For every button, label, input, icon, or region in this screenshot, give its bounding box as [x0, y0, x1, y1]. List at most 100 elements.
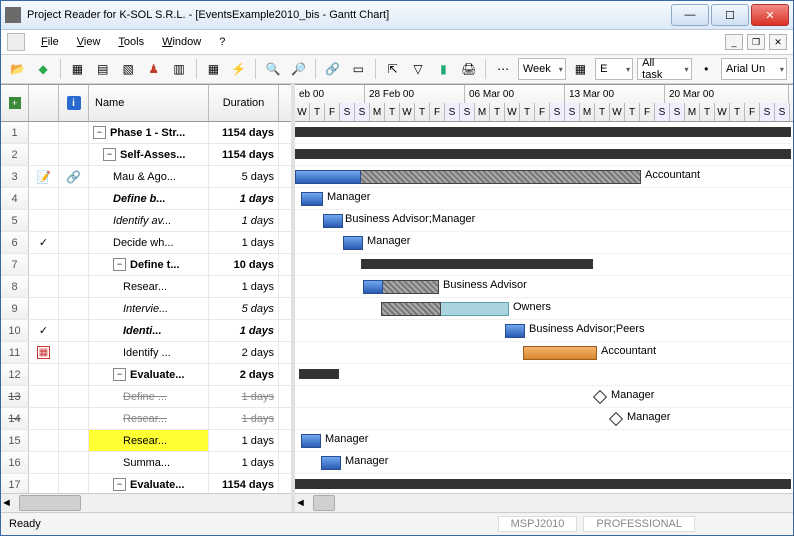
collapse-icon[interactable]: −	[103, 148, 116, 161]
view3-icon[interactable]: ▧	[118, 58, 139, 80]
collapse-icon[interactable]: −	[113, 258, 126, 271]
gantt-label: Manager	[627, 411, 670, 423]
dots-icon[interactable]: ⋯	[492, 58, 513, 80]
collapse-icon[interactable]: −	[93, 126, 106, 139]
maximize-button[interactable]: ☐	[711, 4, 749, 26]
note-icon: 📝	[36, 170, 51, 184]
table-row[interactable]: 8Resear...1 days	[1, 276, 291, 298]
table-row[interactable]: 5Identify av...1 days	[1, 210, 291, 232]
summary-bar[interactable]	[299, 369, 339, 379]
gantt-label: Accountant	[645, 169, 700, 181]
font-combo[interactable]: Arial Un	[721, 58, 787, 80]
e-combo[interactable]: E	[595, 58, 633, 80]
timeline-month: 13 Mar 00	[565, 85, 665, 103]
export-icon[interactable]: ⇱	[382, 58, 403, 80]
mdi-minimize-button[interactable]: _	[725, 34, 743, 50]
grid-icon[interactable]: ▦	[570, 58, 591, 80]
task-table: + i Name Duration 1−Phase 1 - Str...1154…	[1, 84, 295, 512]
milestone-icon[interactable]	[609, 412, 623, 426]
summary-bar[interactable]	[295, 149, 791, 159]
summary-bar[interactable]	[295, 127, 791, 137]
view1-icon[interactable]: ▦	[67, 58, 88, 80]
table-row[interactable]: 6✓Decide wh...1 days	[1, 232, 291, 254]
mdi-close-button[interactable]: ✕	[769, 34, 787, 50]
table-row[interactable]: 7−Define t...10 days	[1, 254, 291, 276]
gantt-row: Manager	[295, 386, 793, 408]
task-bar[interactable]	[321, 456, 341, 470]
app-icon	[5, 7, 21, 23]
task-bar[interactable]	[523, 346, 597, 360]
table-row[interactable]: 15Resear...1 days	[1, 430, 291, 452]
col-indicators[interactable]	[29, 85, 59, 121]
gantt-row	[295, 364, 793, 386]
print-icon[interactable]: 🖨	[458, 58, 479, 80]
menu-view[interactable]: View	[69, 34, 109, 50]
task-name: Phase 1 - Str...	[110, 127, 185, 139]
table-row[interactable]: 11▦Identify ...2 days	[1, 342, 291, 364]
task-bar[interactable]	[301, 434, 321, 448]
gantt-row	[295, 144, 793, 166]
col-duration[interactable]: Duration	[209, 85, 279, 121]
task-bar[interactable]	[505, 324, 525, 338]
expand-all-icon[interactable]: +	[9, 97, 21, 109]
filter-combo[interactable]: All task	[637, 58, 691, 80]
col-name[interactable]: Name	[89, 85, 209, 121]
link-icon[interactable]: 🔗	[322, 58, 343, 80]
table-row[interactable]: 13Define ...1 days	[1, 386, 291, 408]
table-rows: 1−Phase 1 - Str...1154 days2−Self-Asses.…	[1, 122, 291, 493]
calendar-icon[interactable]: ▦	[203, 58, 224, 80]
milestone-icon[interactable]	[593, 390, 607, 404]
view4-icon[interactable]: ♟	[143, 58, 164, 80]
table-row[interactable]: 2−Self-Asses...1154 days	[1, 144, 291, 166]
filter-icon[interactable]: ▽	[407, 58, 428, 80]
h-scrollbar-right[interactable]: ◄	[295, 493, 793, 512]
task-icon[interactable]: ▭	[348, 58, 369, 80]
h-scrollbar-left[interactable]: ◄	[1, 493, 291, 512]
task-name: Mau & Ago...	[113, 171, 176, 183]
summary-bar[interactable]	[295, 479, 791, 489]
menu-help[interactable]: ?	[211, 34, 233, 50]
table-row[interactable]: 3📝🔗Mau & Ago...5 days	[1, 166, 291, 188]
text-icon[interactable]: •	[696, 58, 717, 80]
table-row[interactable]: 14Resear...1 days	[1, 408, 291, 430]
status-format: MSPJ2010	[498, 516, 578, 532]
zoom-out-icon[interactable]: 🔎	[288, 58, 309, 80]
summary-bar[interactable]	[361, 259, 593, 269]
zoom-in-icon[interactable]: 🔍	[262, 58, 283, 80]
task-bar[interactable]	[363, 280, 383, 294]
mdi-restore-button[interactable]: ❐	[747, 34, 765, 50]
menu-file[interactable]: File	[33, 34, 67, 50]
task-bar[interactable]	[295, 170, 361, 184]
gantt-chart[interactable]: AccountantManagerBusiness Advisor;Manage…	[295, 122, 793, 493]
timeline-day: T	[385, 103, 400, 121]
open-icon[interactable]: 📂	[7, 58, 28, 80]
gantt-row: Business Advisor	[295, 276, 793, 298]
close-button[interactable]: ✕	[751, 4, 789, 26]
table-row[interactable]: 12−Evaluate...2 days	[1, 364, 291, 386]
chart-icon[interactable]: ▮	[433, 58, 454, 80]
progress-bar[interactable]	[381, 302, 441, 316]
cloud-icon[interactable]: ◆	[32, 58, 53, 80]
system-menu-icon[interactable]	[7, 33, 25, 51]
collapse-icon[interactable]: −	[113, 478, 126, 491]
table-row[interactable]: 4Define b...1 days	[1, 188, 291, 210]
col-info[interactable]: i	[59, 85, 89, 121]
view2-icon[interactable]: ▤	[92, 58, 113, 80]
bolt-icon[interactable]: ⚡	[228, 58, 249, 80]
task-bar[interactable]	[301, 192, 323, 206]
table-row[interactable]: 1−Phase 1 - Str...1154 days	[1, 122, 291, 144]
view5-icon[interactable]: ▥	[168, 58, 189, 80]
minimize-button[interactable]: —	[671, 4, 709, 26]
table-row[interactable]: 9Intervie...5 days	[1, 298, 291, 320]
toolbar: 📂 ◆ ▦ ▤ ▧ ♟ ▥ ▦ ⚡ 🔍 🔎 🔗 ▭ ⇱ ▽ ▮ 🖨 ⋯ Week…	[1, 55, 793, 84]
table-row[interactable]: 16Summa...1 days	[1, 452, 291, 474]
table-row[interactable]: 17−Evaluate...1154 days	[1, 474, 291, 493]
menu-tools[interactable]: Tools	[110, 34, 152, 50]
check-icon: ✓	[39, 324, 48, 337]
collapse-icon[interactable]: −	[113, 368, 126, 381]
timescale-combo[interactable]: Week	[518, 58, 566, 80]
task-bar[interactable]	[323, 214, 343, 228]
menu-window[interactable]: Window	[154, 34, 209, 50]
task-bar[interactable]	[343, 236, 363, 250]
table-row[interactable]: 10✓Identi...1 days	[1, 320, 291, 342]
